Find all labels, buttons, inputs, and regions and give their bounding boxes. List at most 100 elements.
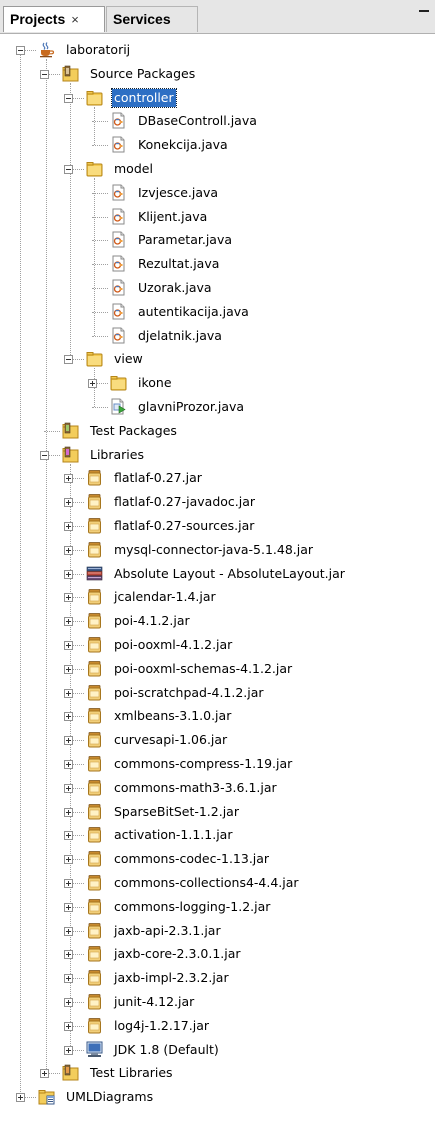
jar-icon xyxy=(86,755,103,772)
expand-icon[interactable] xyxy=(64,545,73,555)
expand-icon[interactable] xyxy=(64,855,73,865)
tree-node[interactable]: jcalendar-1.4.jar xyxy=(0,585,435,609)
expand-icon[interactable] xyxy=(64,1045,73,1055)
tree-node-label: ikone xyxy=(138,375,172,391)
expand-icon[interactable] xyxy=(64,974,73,984)
jar-icon xyxy=(86,636,103,653)
tree-node[interactable]: laboratorij xyxy=(0,38,435,62)
tree-node[interactable]: mysql-connector-java-5.1.48.jar xyxy=(0,538,435,562)
expand-icon[interactable] xyxy=(64,950,73,960)
tree-node[interactable]: autentikacija.java xyxy=(0,300,435,324)
tree-node[interactable]: xmlbeans-3.1.0.jar xyxy=(0,704,435,728)
expand-icon[interactable] xyxy=(64,736,73,746)
tree-node[interactable]: poi-scratchpad-4.1.2.jar xyxy=(0,681,435,705)
collapse-icon[interactable] xyxy=(64,93,73,103)
expand-icon[interactable] xyxy=(64,879,73,888)
tree-node[interactable]: Libraries xyxy=(0,443,435,467)
tree-node[interactable]: Klijent.java xyxy=(0,205,435,229)
tree-node[interactable]: Uzorak.java xyxy=(0,276,435,300)
tree-node[interactable]: Konekcija.java xyxy=(0,133,435,157)
tree-node[interactable]: SparseBitSet-1.2.jar xyxy=(0,800,435,824)
expand-icon[interactable] xyxy=(64,664,73,674)
expand-icon[interactable] xyxy=(64,783,73,793)
jar-icon xyxy=(86,1017,103,1034)
tree-node[interactable]: djelatnik.java xyxy=(0,324,435,348)
tree-node[interactable]: commons-collections4-4.4.jar xyxy=(0,871,435,895)
expand-icon[interactable] xyxy=(64,617,73,627)
tab-services[interactable]: Services xyxy=(106,6,198,32)
tree-node-label: jaxb-core-2.3.0.1.jar xyxy=(114,946,241,962)
tree-node[interactable]: Absolute Layout - AbsoluteLayout.jar xyxy=(0,562,435,586)
tree-node[interactable]: Parametar.java xyxy=(0,228,435,252)
tree-node[interactable]: poi-ooxml-4.1.2.jar xyxy=(0,633,435,657)
tree-node[interactable]: commons-compress-1.19.jar xyxy=(0,752,435,776)
expand-icon[interactable] xyxy=(64,688,73,698)
expand-icon[interactable] xyxy=(64,641,73,650)
collapse-icon[interactable] xyxy=(64,165,73,174)
expand-icon[interactable] xyxy=(64,474,73,484)
tree-node[interactable]: jaxb-api-2.3.1.jar xyxy=(0,919,435,943)
expand-icon[interactable] xyxy=(64,522,73,531)
libraries-icon xyxy=(62,446,79,463)
tree-node[interactable]: DBaseControll.java xyxy=(0,109,435,133)
tree-node[interactable]: ikone xyxy=(0,371,435,395)
tree-node-label: Libraries xyxy=(90,446,144,462)
tree-node-label: Rezultat.java xyxy=(138,256,220,272)
tree-node-label: flatlaf-0.27-javadoc.jar xyxy=(114,494,256,510)
collapse-icon[interactable] xyxy=(40,69,49,79)
expand-icon[interactable] xyxy=(64,593,73,603)
tree-node[interactable]: Rezultat.java xyxy=(0,252,435,276)
tree-node[interactable]: poi-4.1.2.jar xyxy=(0,609,435,633)
tree-node[interactable]: jaxb-core-2.3.0.1.jar xyxy=(0,942,435,966)
tree-node[interactable]: flatlaf-0.27-sources.jar xyxy=(0,514,435,538)
collapse-icon[interactable] xyxy=(64,355,73,365)
tree-node[interactable]: model xyxy=(0,157,435,181)
tree-node[interactable]: JDK 1.8 (Default) xyxy=(0,1038,435,1062)
expand-icon[interactable] xyxy=(64,760,73,769)
expand-icon[interactable] xyxy=(64,498,73,508)
tree-node-label: jaxb-api-2.3.1.jar xyxy=(114,922,221,938)
expand-icon[interactable] xyxy=(64,569,73,579)
tab-projects[interactable]: Projects × xyxy=(3,6,105,32)
expand-icon[interactable] xyxy=(16,1093,25,1103)
close-icon[interactable]: × xyxy=(71,12,79,27)
minimize-icon[interactable] xyxy=(419,10,429,12)
expand-icon[interactable] xyxy=(40,1069,49,1079)
tree-node[interactable]: Source Packages xyxy=(0,62,435,86)
expand-icon[interactable] xyxy=(64,998,73,1007)
expand-icon[interactable] xyxy=(64,712,73,722)
tree-node[interactable]: poi-ooxml-schemas-4.1.2.jar xyxy=(0,657,435,681)
tree-node[interactable]: Test Libraries xyxy=(0,1061,435,1085)
uml-project-icon xyxy=(38,1088,55,1105)
tree-node[interactable]: flatlaf-0.27.jar xyxy=(0,466,435,490)
tree-node-label: SparseBitSet-1.2.jar xyxy=(114,803,239,819)
expand-icon[interactable] xyxy=(64,1021,73,1031)
tree-node[interactable]: Izvjesce.java xyxy=(0,181,435,205)
tree-node[interactable]: flatlaf-0.27-javadoc.jar xyxy=(0,490,435,514)
expand-icon[interactable] xyxy=(88,379,97,389)
tree-node[interactable]: log4j-1.2.17.jar xyxy=(0,1014,435,1038)
tree-node-label: commons-codec-1.13.jar xyxy=(114,851,270,867)
tree-node[interactable]: controller xyxy=(0,86,435,110)
tree-connector xyxy=(92,192,108,194)
tree-node[interactable]: jaxb-impl-2.3.2.jar xyxy=(0,966,435,990)
expand-icon[interactable] xyxy=(64,926,73,936)
expand-icon[interactable] xyxy=(64,831,73,841)
tree-connector xyxy=(92,216,108,218)
java-file-icon xyxy=(110,279,127,296)
expand-icon[interactable] xyxy=(64,807,73,817)
tree-node[interactable]: activation-1.1.1.jar xyxy=(0,823,435,847)
tree-node[interactable]: glavniProzor.java xyxy=(0,395,435,419)
tree-node[interactable]: UMLDiagrams xyxy=(0,1085,435,1109)
tree-node[interactable]: curvesapi-1.06.jar xyxy=(0,728,435,752)
tree-node[interactable]: commons-logging-1.2.jar xyxy=(0,895,435,919)
tree-node[interactable]: Test Packages xyxy=(0,419,435,443)
tree-node[interactable]: view xyxy=(0,347,435,371)
collapse-icon[interactable] xyxy=(16,46,25,55)
tree-node-label: djelatnik.java xyxy=(138,327,222,343)
tree-node[interactable]: commons-codec-1.13.jar xyxy=(0,847,435,871)
tree-node[interactable]: commons-math3-3.6.1.jar xyxy=(0,776,435,800)
tree-node[interactable]: junit-4.12.jar xyxy=(0,990,435,1014)
collapse-icon[interactable] xyxy=(40,450,49,460)
expand-icon[interactable] xyxy=(64,902,73,912)
